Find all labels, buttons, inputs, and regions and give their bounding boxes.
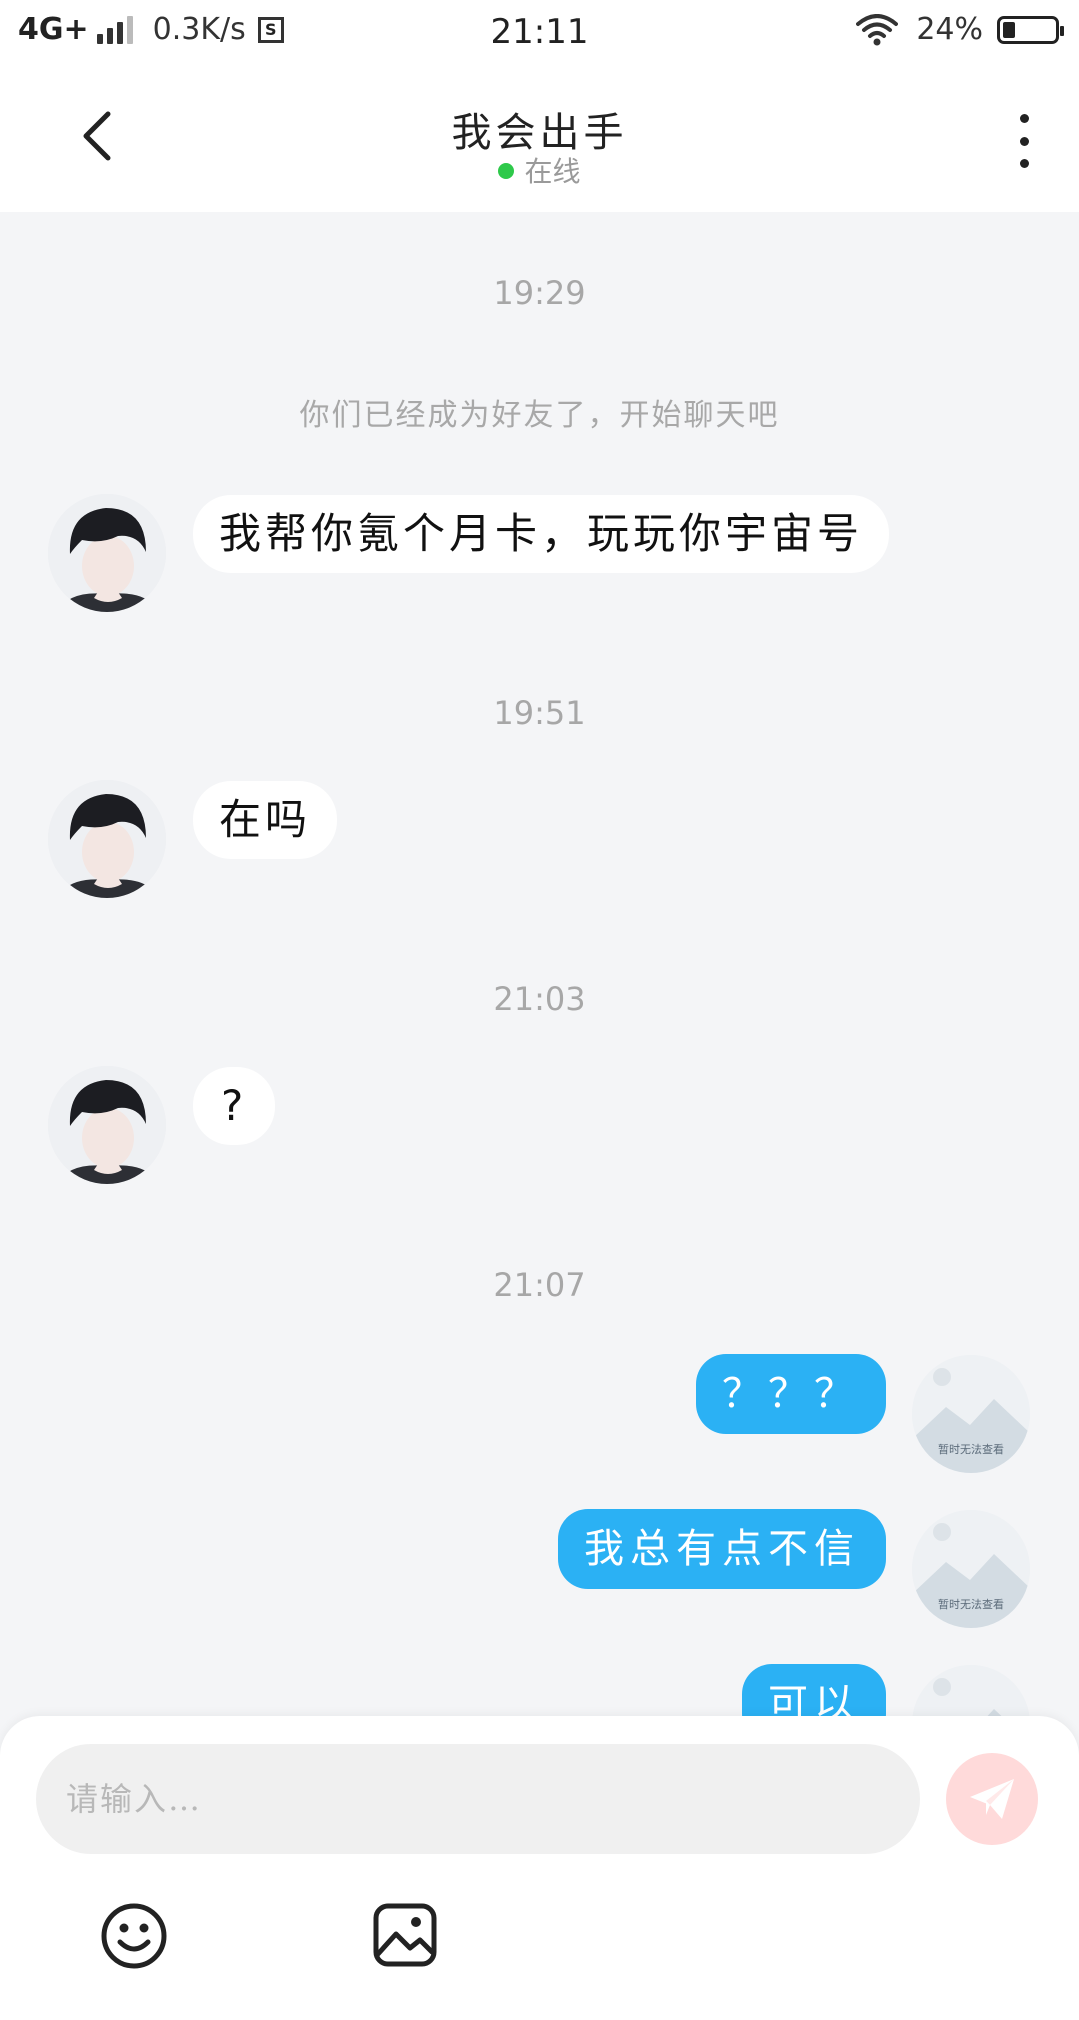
timestamp: 21:07 xyxy=(493,1266,586,1304)
status-bar: 4G+ 0.3K/s S 21:11 24% xyxy=(0,0,1079,66)
chat-header: 我会出手 在线 xyxy=(0,66,1079,212)
timestamp: 19:29 xyxy=(493,274,586,312)
timestamp: 21:03 xyxy=(493,980,586,1018)
timestamp: 19:51 xyxy=(493,694,586,732)
battery-icon xyxy=(997,15,1064,44)
online-status-label: 在线 xyxy=(524,155,581,188)
status-bar-right: 24% xyxy=(856,12,1064,47)
send-button[interactable] xyxy=(946,1753,1038,1845)
avatar[interactable]: 暂时无法查看 xyxy=(912,1510,1030,1628)
battery-level xyxy=(1003,21,1015,38)
avatar-unavailable-label: 暂时无法查看 xyxy=(938,1443,1004,1456)
avatar[interactable] xyxy=(48,494,166,612)
avatar[interactable] xyxy=(48,1066,166,1184)
send-icon xyxy=(970,1779,1014,1819)
online-dot-icon xyxy=(498,162,515,179)
incoming-message-bubble[interactable]: 我帮你氪个月卡，玩玩你宇宙号 xyxy=(193,495,890,573)
emoji-icon[interactable] xyxy=(98,1900,170,1972)
wifi-icon xyxy=(856,13,899,45)
incoming-message-bubble[interactable]: 在吗 xyxy=(193,781,338,859)
avatar[interactable]: 暂时无法查看 xyxy=(912,1355,1030,1473)
input-bar xyxy=(0,1716,1079,2020)
outgoing-message-bubble[interactable]: ？？？ xyxy=(696,1354,886,1434)
online-status: 在线 xyxy=(0,150,1079,190)
avatar[interactable] xyxy=(48,780,166,898)
user-avatar-icon xyxy=(48,780,166,898)
incoming-message-bubble[interactable]: ? xyxy=(193,1067,276,1145)
message-input[interactable] xyxy=(36,1744,920,1854)
more-vertical-icon[interactable] xyxy=(1009,106,1039,176)
system-message: 你们已经成为好友了，开始聊天吧 xyxy=(299,398,780,433)
user-avatar-icon xyxy=(48,1066,166,1184)
battery-percent: 24% xyxy=(916,12,983,47)
avatar-unavailable-label: 暂时无法查看 xyxy=(938,1598,1004,1611)
image-icon[interactable] xyxy=(370,1900,440,1970)
outgoing-message-bubble[interactable]: 我总有点不信 xyxy=(558,1509,886,1589)
user-avatar-icon xyxy=(48,494,166,612)
